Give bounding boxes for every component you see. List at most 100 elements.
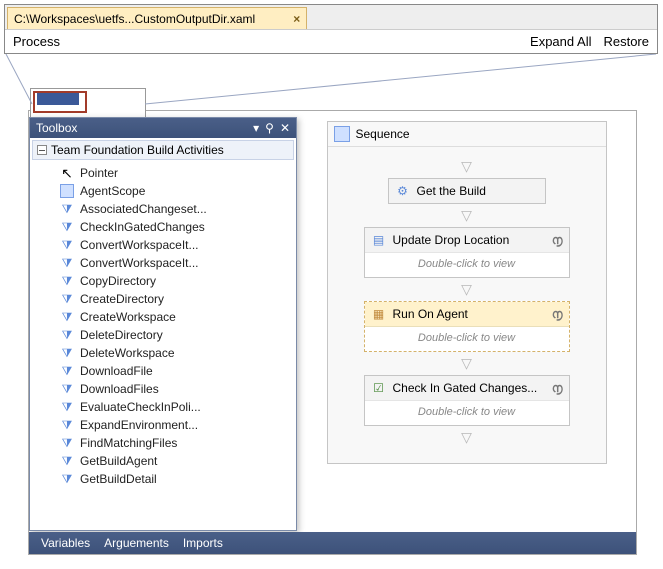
tab-strip: C:\Workspaces\uetfs...CustomOutputDir.xa… bbox=[5, 5, 657, 29]
gear-icon bbox=[395, 183, 411, 199]
sequence-icon bbox=[334, 126, 350, 142]
node-title: Check In Gated Changes... bbox=[393, 381, 538, 395]
toolbox-item[interactable]: CopyDirectory bbox=[30, 272, 296, 290]
toolbox-item-label: DownloadFiles bbox=[80, 382, 159, 396]
callout-window: C:\Workspaces\uetfs...CustomOutputDir.xa… bbox=[4, 4, 658, 54]
toolbox-item-label: AssociatedChangeset... bbox=[80, 202, 207, 216]
toolbox-item[interactable]: AssociatedChangeset... bbox=[30, 200, 296, 218]
toolbox-item[interactable]: ConvertWorkspaceIt... bbox=[30, 254, 296, 272]
toolbox-item-label: GetBuildDetail bbox=[80, 472, 157, 486]
toolbox-item-label: EvaluateCheckInPoli... bbox=[80, 400, 201, 414]
tab-arguments[interactable]: Arguements bbox=[104, 536, 169, 550]
toolbox-item-label: CheckInGatedChanges bbox=[80, 220, 205, 234]
file-tab-path: C:\Workspaces\uetfs...CustomOutputDir.xa… bbox=[14, 12, 255, 26]
activity-icon bbox=[60, 238, 74, 252]
activity-icon bbox=[60, 202, 74, 216]
node-run-on-agent[interactable]: Run On Agent ൱ Double-click to view bbox=[364, 301, 570, 352]
toolbox-item[interactable]: CreateWorkspace bbox=[30, 308, 296, 326]
toolbox-item[interactable]: AgentScope bbox=[30, 182, 296, 200]
sequence-header[interactable]: Sequence bbox=[328, 122, 606, 147]
toolbox-titlebar[interactable]: Toolbox ▾ ⚲ ✕ bbox=[30, 118, 296, 138]
tab-imports[interactable]: Imports bbox=[183, 536, 223, 550]
toolbox-item[interactable]: Pointer bbox=[30, 164, 296, 182]
toolbox-item[interactable]: CreateDirectory bbox=[30, 290, 296, 308]
toolbox-item-label: ConvertWorkspaceIt... bbox=[80, 256, 199, 270]
toolbox-close-icon[interactable]: ✕ bbox=[280, 121, 290, 135]
chevron-down-icon[interactable]: ൱ bbox=[552, 307, 563, 322]
activity-icon bbox=[60, 472, 74, 486]
toolbox-item[interactable]: GetBuildAgent bbox=[30, 452, 296, 470]
workflow-canvas[interactable]: Sequence ▽ Get the Build ▽ Up bbox=[307, 111, 636, 532]
activity-icon bbox=[60, 454, 74, 468]
designer-bottom-tabs: Variables Arguements Imports bbox=[29, 532, 636, 554]
toolbox-pin-icon[interactable]: ⚲ bbox=[265, 121, 274, 135]
check-icon bbox=[371, 380, 387, 396]
node-title: Get the Build bbox=[417, 184, 486, 198]
toolbox-item[interactable]: FindMatchingFiles bbox=[30, 434, 296, 452]
toolbox-item-label: AgentScope bbox=[80, 184, 145, 198]
chevron-down-icon[interactable]: ൱ bbox=[552, 233, 563, 248]
sequence-label: Sequence bbox=[356, 127, 410, 141]
toolbox-item-label: CreateDirectory bbox=[80, 292, 164, 306]
toolbox-item-label: FindMatchingFiles bbox=[80, 436, 177, 450]
tab-variables[interactable]: Variables bbox=[41, 536, 90, 550]
flow-arrow-icon: ▽ bbox=[461, 355, 472, 372]
designer-workspace: Toolbox ▾ ⚲ ✕ Team Foundation Build Acti… bbox=[28, 110, 637, 555]
toolbox-item[interactable]: DeleteDirectory bbox=[30, 326, 296, 344]
toolbox-item[interactable]: ConvertWorkspaceIt... bbox=[30, 236, 296, 254]
activity-icon bbox=[60, 274, 74, 288]
activity-icon bbox=[60, 292, 74, 306]
toolbox-item-label: DeleteWorkspace bbox=[80, 346, 175, 360]
toolbox-list: Pointer AgentScope AssociatedChangeset... C… bbox=[30, 162, 296, 530]
toolbox-panel: Toolbox ▾ ⚲ ✕ Team Foundation Build Acti… bbox=[29, 117, 297, 531]
agent-icon bbox=[371, 306, 387, 322]
file-tab[interactable]: C:\Workspaces\uetfs...CustomOutputDir.xa… bbox=[7, 7, 307, 29]
toolbox-item-label: Pointer bbox=[80, 166, 118, 180]
toolbox-item-label: CreateWorkspace bbox=[80, 310, 176, 324]
activity-icon bbox=[60, 418, 74, 432]
flow-arrow-icon: ▽ bbox=[461, 429, 472, 446]
node-get-build[interactable]: Get the Build bbox=[388, 178, 546, 204]
node-hint: Double-click to view bbox=[365, 327, 569, 351]
toolbox-item-label: DownloadFile bbox=[80, 364, 153, 378]
toolbox-group-label: Team Foundation Build Activities bbox=[51, 143, 224, 157]
breadcrumb-bar: Process Expand All Restore bbox=[5, 29, 657, 53]
collapse-icon[interactable] bbox=[37, 145, 47, 155]
toolbox-item[interactable]: DownloadFiles bbox=[30, 380, 296, 398]
toolbox-item-label: ConvertWorkspaceIt... bbox=[80, 238, 199, 252]
toolbox-item[interactable]: ExpandEnvironment... bbox=[30, 416, 296, 434]
toolbox-item-label: GetBuildAgent bbox=[80, 454, 157, 468]
pointer-icon bbox=[60, 166, 74, 180]
chevron-down-icon[interactable]: ൱ bbox=[552, 381, 563, 396]
toolbox-group-header[interactable]: Team Foundation Build Activities bbox=[32, 140, 294, 160]
node-update-drop[interactable]: Update Drop Location ൱ Double-click to v… bbox=[364, 227, 570, 278]
node-hint: Double-click to view bbox=[365, 401, 569, 425]
toolbox-item[interactable]: GetBuildDetail bbox=[30, 470, 296, 488]
activity-icon bbox=[60, 382, 74, 396]
close-tab-icon[interactable]: × bbox=[293, 12, 300, 26]
node-hint: Double-click to view bbox=[365, 253, 569, 277]
toolbox-item-label: ExpandEnvironment... bbox=[80, 418, 198, 432]
flow-arrow-icon: ▽ bbox=[461, 207, 472, 224]
activity-icon bbox=[60, 400, 74, 414]
activity-icon bbox=[60, 328, 74, 342]
toolbox-item[interactable]: DeleteWorkspace bbox=[30, 344, 296, 362]
toolbox-item[interactable]: DownloadFile bbox=[30, 362, 296, 380]
activity-icon bbox=[60, 256, 74, 270]
breadcrumb-root[interactable]: Process bbox=[13, 34, 60, 49]
toolbox-title-label: Toolbox bbox=[36, 121, 77, 135]
expand-all-link[interactable]: Expand All bbox=[530, 34, 591, 49]
toolbox-item-label: CopyDirectory bbox=[80, 274, 156, 288]
toolbox-dropdown-icon[interactable]: ▾ bbox=[253, 121, 259, 135]
sequence-container[interactable]: Sequence ▽ Get the Build ▽ Up bbox=[327, 121, 607, 464]
activity-icon bbox=[60, 436, 74, 450]
toolbox-item[interactable]: CheckInGatedChanges bbox=[30, 218, 296, 236]
activity-icon bbox=[60, 346, 74, 360]
database-icon bbox=[371, 232, 387, 248]
node-check-in-gated[interactable]: Check In Gated Changes... ൱ Double-click… bbox=[364, 375, 570, 426]
toolbox-item[interactable]: EvaluateCheckInPoli... bbox=[30, 398, 296, 416]
toolbox-item-label: DeleteDirectory bbox=[80, 328, 163, 342]
activity-icon bbox=[60, 364, 74, 378]
restore-link[interactable]: Restore bbox=[603, 34, 649, 49]
scope-icon bbox=[60, 184, 74, 198]
